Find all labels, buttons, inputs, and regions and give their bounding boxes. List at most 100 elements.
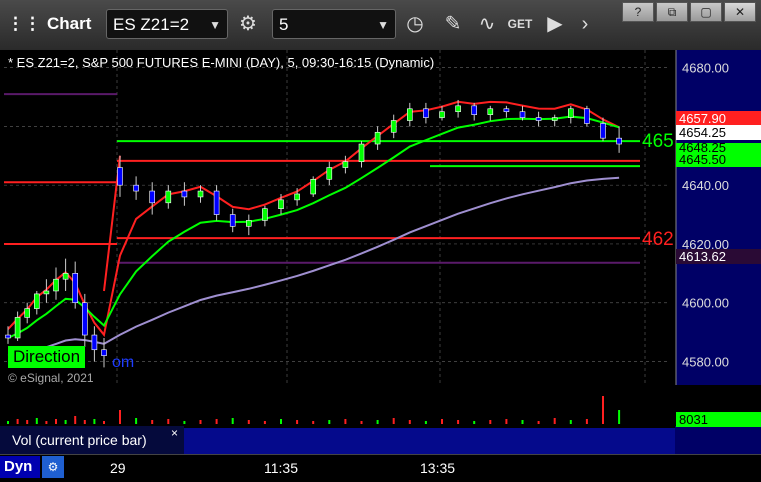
help-button[interactable]: ? [622,2,654,22]
volume-label: Vol (current price bar) [0,426,184,454]
volume-bar [602,396,604,424]
direction-tail-text: om [112,354,135,371]
get-data-icon[interactable]: GET [505,9,535,39]
candle [600,123,606,139]
candle [390,120,397,133]
level-label-green: 465 [642,131,674,152]
ma-line-red [7,100,620,338]
volume-bar [93,419,96,424]
candle [342,161,349,168]
volume-bar [392,418,395,424]
ma-line-green [7,115,620,339]
window-title-text: Chart [47,14,92,33]
settings-gear-icon[interactable]: ⚙ [233,9,263,39]
volume-bar [424,421,427,424]
copyright: © eSignal, 2021 [8,371,94,385]
volume-bar [585,419,588,424]
volume-bar [408,420,411,424]
candle [487,108,494,115]
candle [326,167,333,180]
interval-value: 5 [279,15,289,34]
volume-bar [521,420,524,424]
volume-bar [441,419,443,424]
volume-bar [83,420,86,424]
y-tick-label: 4680.00 [682,61,729,76]
volume-close-icon[interactable]: × [171,426,178,440]
volume-bar [344,419,347,424]
settings-small-icon[interactable]: ⚙ [42,456,64,478]
volume-bar [119,410,121,424]
clock-icon[interactable]: ◷ [400,9,430,39]
candle [43,290,50,295]
volume-bar [553,418,556,424]
interval-selector[interactable]: 5 ▼ [272,9,396,39]
candle [455,105,461,113]
indicator-icon[interactable]: ∿ [472,9,502,39]
y-tick-label: 4600.00 [682,296,729,311]
volume-bar [569,420,572,424]
candle [374,131,381,145]
volume-bar [45,421,48,424]
candle [165,190,172,204]
candle [567,108,574,118]
candle [82,302,88,336]
volume-bar [296,420,299,424]
time-tick-label: 11:35 [264,460,298,476]
volume-bar [103,421,105,424]
candle [24,308,31,318]
window-controls: ? ⧉ ▢ ✕ [622,2,756,22]
dynamic-button[interactable]: Dyn [0,456,40,478]
volume-bar [263,421,266,424]
volume-bar [167,419,170,424]
candle [246,220,252,227]
volume-bar [16,419,19,424]
symbol-value: ES Z21=2 [113,15,190,34]
volume-bar [280,419,282,424]
volume-bar [247,420,250,424]
volume-bar [473,421,476,424]
candle [53,278,59,292]
price-axis-panel [676,50,761,385]
candle [294,193,300,201]
volume-bar [55,419,57,424]
restore-button[interactable]: ⧉ [656,2,688,22]
close-button[interactable]: ✕ [724,2,756,22]
candle [62,273,69,280]
menu-chevron-icon[interactable]: › [570,9,600,39]
volume-bar [376,420,379,424]
candle [101,349,107,356]
candle [117,167,123,186]
symbol-selector[interactable]: ES Z21=2 ▼ [106,9,228,39]
volume-bar [215,419,218,424]
candle [310,178,317,195]
candle [519,111,526,118]
chevron-down-icon[interactable]: ▼ [209,10,221,40]
volume-panel[interactable] [0,390,761,426]
candle [535,117,542,121]
candle [616,137,622,145]
price-chart[interactable]: 4580.004600.004620.004640.004660.004680.… [0,50,761,390]
volume-bar [26,420,29,424]
volume-bar [618,410,621,424]
volume-bar [537,421,540,424]
level-label-red: 462 [642,229,674,250]
price-box-red: 4657.90 [676,111,761,126]
maximize-button[interactable]: ▢ [690,2,722,22]
candle [439,111,445,118]
time-tick-label: 29 [110,460,126,476]
volume-axis [675,426,761,454]
chevron-down-icon[interactable]: ▼ [377,10,389,40]
price-box-last: 4654.25 [676,125,761,140]
volume-bar [199,420,202,424]
grid-icon: ⋮⋮ [7,14,41,33]
candle [181,190,188,198]
play-icon[interactable]: ▶ [540,9,570,39]
candle [262,208,268,221]
chart-title: * ES Z21=2, S&P 500 FUTURES E-MINI (DAY)… [8,55,435,70]
time-tick-label: 13:35 [420,460,456,476]
pencil-icon[interactable]: ✎ [438,9,468,39]
volume-bar [151,420,154,424]
price-box-green-low: 4645.50 [676,152,761,167]
volume-study-band [184,428,675,454]
candle [133,184,139,192]
